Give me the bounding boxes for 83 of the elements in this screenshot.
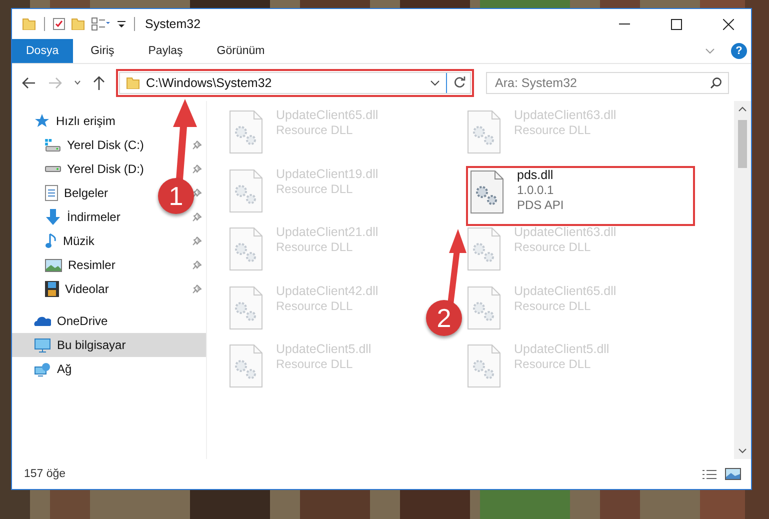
- sidebar-label: Videolar: [65, 282, 109, 296]
- dll-file-icon: [470, 170, 504, 214]
- sidebar-label: Hızlı erişim: [56, 114, 116, 128]
- file-detail: 1.0.0.1: [517, 182, 555, 198]
- sidebar-label: Müzik: [63, 234, 94, 248]
- ribbon-tab[interactable]: Görünüm: [200, 39, 281, 63]
- pin-icon[interactable]: [192, 164, 202, 174]
- ribbon-tab[interactable]: Paylaş: [132, 39, 199, 63]
- window-title: System32: [145, 17, 201, 31]
- recent-caret-icon[interactable]: [74, 80, 81, 85]
- help-button[interactable]: ?: [731, 43, 747, 59]
- dll-file-icon: [467, 227, 501, 271]
- sidebar-label: Resimler: [68, 258, 116, 272]
- scroll-up-icon[interactable]: [738, 106, 747, 112]
- address-path: C:\Windows\System32: [146, 76, 273, 90]
- dll-file-icon: [229, 168, 263, 212]
- dll-file-icon: [467, 344, 501, 388]
- sidebar-label: Bu bilgisayar: [57, 338, 126, 352]
- refresh-icon[interactable]: [453, 76, 466, 89]
- sidebar-label: Yerel Disk (C:): [67, 138, 144, 152]
- ribbon-tab[interactable]: Giriş: [74, 39, 130, 63]
- dll-file-icon: [229, 286, 263, 330]
- sidebar-item[interactable]: Yerel Disk (D:): [12, 157, 150, 181]
- dropdown-icon[interactable]: [117, 20, 126, 28]
- scroll-thumb[interactable]: [738, 120, 747, 168]
- caret-icon[interactable]: [430, 80, 440, 86]
- star-icon: [34, 113, 50, 129]
- up-icon[interactable]: [93, 76, 105, 90]
- sidebar-label: OneDrive: [57, 314, 108, 328]
- back-icon[interactable]: [22, 76, 36, 88]
- computer-icon: [34, 338, 51, 352]
- item-count: 157 öğe: [24, 468, 66, 480]
- minimize-icon: [618, 23, 630, 25]
- file-item[interactable]: pds.dll 1.0.0.1 PDS API: [467, 166, 694, 224]
- dll-file-icon: [229, 227, 263, 271]
- pin-icon[interactable]: [192, 284, 202, 294]
- drive-icon: [45, 138, 61, 152]
- sidebar-item[interactable]: Yerel Disk (C:): [12, 133, 150, 157]
- sidebar-item[interactable]: Belgeler: [12, 181, 114, 205]
- sidebar-label: İndirmeler: [67, 210, 120, 224]
- sidebar-item[interactable]: Resimler: [12, 253, 122, 277]
- scroll-down-icon[interactable]: [738, 448, 747, 454]
- pin-icon[interactable]: [192, 140, 202, 150]
- sidebar-item[interactable]: İndirmeler: [12, 205, 126, 229]
- file-detail: PDS API: [517, 198, 564, 212]
- sidebar-item[interactable]: Bu bilgisayar: [12, 333, 206, 357]
- sidebar-item[interactable]: OneDrive: [12, 309, 206, 333]
- search-icon: [710, 76, 722, 88]
- sidebar-item[interactable]: Hızlı erişim: [12, 109, 206, 133]
- maximize-icon: [670, 18, 682, 30]
- sidebar-item[interactable]: Ağ: [12, 357, 206, 381]
- file-name: pds.dll: [517, 168, 554, 182]
- search-field[interactable]: Ara: System32: [486, 72, 729, 94]
- download-arrow-icon: [45, 209, 61, 225]
- pin-icon[interactable]: [192, 236, 202, 246]
- sidebar-label: Ağ: [57, 362, 72, 376]
- checklist-icon[interactable]: [53, 18, 65, 30]
- sidebar-label: Belgeler: [64, 186, 108, 200]
- view-options-icon[interactable]: [91, 17, 111, 31]
- dll-file-icon: [229, 110, 263, 154]
- document-icon: [45, 185, 58, 201]
- folder-icon: [126, 76, 140, 88]
- music-note-icon: [45, 233, 57, 249]
- sidebar-label: Yerel Disk (D:): [67, 162, 144, 176]
- close-icon: [722, 18, 734, 30]
- network-icon: [34, 362, 51, 376]
- details-view-icon[interactable]: [702, 470, 717, 478]
- drive-icon: [45, 166, 61, 172]
- pin-icon[interactable]: [192, 260, 202, 270]
- expand-ribbon-icon[interactable]: [705, 48, 715, 54]
- cloud-icon: [34, 315, 51, 327]
- dll-file-icon: [467, 286, 501, 330]
- scrollbar[interactable]: [734, 101, 751, 459]
- pin-icon[interactable]: [192, 188, 202, 198]
- dll-file-icon: [229, 344, 263, 388]
- large-icons-view-icon[interactable]: [725, 468, 741, 480]
- pin-icon[interactable]: [192, 212, 202, 222]
- dll-file-icon: [467, 110, 501, 154]
- film-strip-icon: [45, 281, 59, 297]
- sidebar-item[interactable]: Müzik: [12, 229, 100, 253]
- landscape-image-icon: [45, 258, 62, 272]
- ribbon-tab[interactable]: Dosya: [12, 39, 73, 63]
- sidebar-item[interactable]: Videolar: [12, 277, 115, 301]
